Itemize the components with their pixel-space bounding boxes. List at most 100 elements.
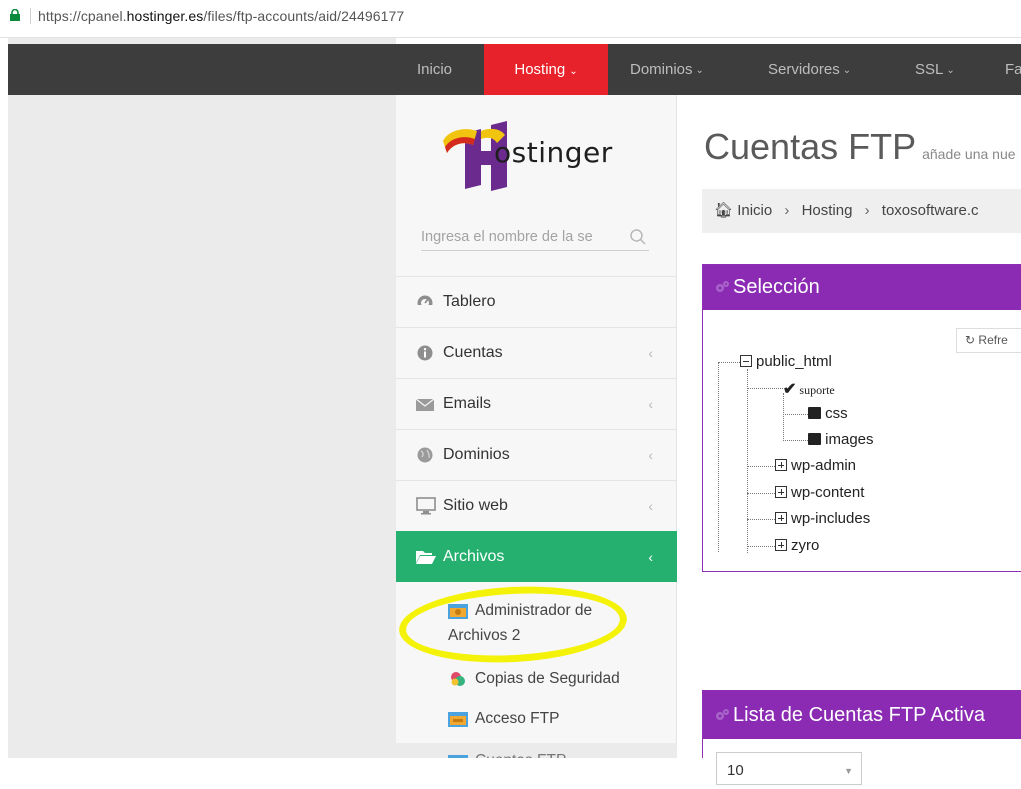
tree-node-wp-admin[interactable]: wp-admin	[775, 457, 856, 474]
panel-title: Lista de Cuentas FTP Activa	[733, 704, 985, 726]
folder-open-icon	[416, 551, 436, 564]
url-text[interactable]: https://cpanel.hostinger.es/files/ftp-ac…	[38, 8, 404, 24]
tree-connector	[718, 362, 719, 552]
folder-icon	[808, 433, 821, 445]
chevron-down-icon: ⌄	[695, 65, 704, 76]
folder-tree: public_html ✔ suporte css images wp-admi…	[703, 265, 1021, 573]
sidebar-item-archivos[interactable]: Archivos ‹	[396, 531, 677, 582]
expand-icon[interactable]	[775, 459, 787, 471]
tree-node-css[interactable]: css	[808, 405, 848, 422]
sidebar-subitem-copias-seguridad[interactable]: Copias de Seguridad	[396, 666, 677, 691]
folder-icon	[808, 407, 821, 419]
tree-node-zyro[interactable]: zyro	[775, 537, 819, 554]
chevron-left-icon: ‹	[648, 498, 653, 514]
tree-node-root[interactable]: public_html	[740, 353, 832, 370]
nav-item-truncated[interactable]: Fa	[1005, 44, 1021, 95]
sidebar-item-emails[interactable]: Emails ‹	[396, 378, 677, 429]
tree-node-selected[interactable]: ✔ suporte	[783, 379, 835, 399]
envelope-icon	[416, 398, 434, 411]
tree-connector	[783, 414, 808, 415]
tree-node-label: public_html	[756, 353, 832, 370]
tree-connector	[718, 362, 740, 363]
tree-node-wp-includes[interactable]: wp-includes	[775, 510, 870, 527]
home-icon[interactable]: 🏠︎	[714, 202, 733, 219]
tree-connector	[747, 493, 775, 494]
page-subtitle: añade una nue	[922, 146, 1016, 162]
chevron-left-icon: ‹	[648, 396, 653, 412]
sidebar-item-label: Tablero	[443, 293, 496, 310]
sidebar-search	[421, 225, 649, 251]
sidebar-item-cuentas[interactable]: Cuentas ‹	[396, 327, 677, 378]
sidebar-search-input[interactable]	[421, 225, 627, 249]
sidebar-item-label: Dominios	[443, 446, 510, 463]
sidebar-menu: Tablero Cuentas ‹ Emails ‹ Dominios ‹ Si…	[396, 276, 677, 779]
url-separator	[30, 8, 31, 24]
tree-node-label: css	[825, 405, 848, 422]
nav-item-inicio[interactable]: Inicio	[417, 44, 452, 95]
subitem-label: Acceso FTP	[475, 710, 560, 727]
page-size-select[interactable]: 10 ▼	[716, 752, 862, 785]
tree-node-label: wp-includes	[791, 510, 871, 527]
chevron-left-icon: ‹	[648, 345, 653, 361]
sidebar-item-label: Archivos	[443, 548, 505, 565]
nav-item-ssl[interactable]: SSL ⌄	[915, 44, 955, 95]
tree-node-images[interactable]: images	[808, 431, 874, 448]
logo-text: ostinger	[494, 136, 613, 169]
tree-node-label: wp-admin	[791, 457, 857, 474]
subitem-label: Copias de Seguridad	[475, 670, 620, 687]
sidebar-item-label: Emails	[443, 395, 492, 412]
dropdown-arrow-icon: ▼	[844, 766, 853, 776]
backup-icon	[451, 672, 465, 686]
monitor-icon	[416, 497, 436, 515]
sidebar-item-dominios[interactable]: Dominios ‹	[396, 429, 677, 480]
tree-node-wp-content[interactable]: wp-content	[775, 484, 864, 501]
collapse-icon[interactable]	[740, 355, 752, 367]
tree-connector	[747, 466, 775, 467]
sidebar-item-sitio-web[interactable]: Sitio web ‹	[396, 480, 677, 531]
sidebar-item-tablero[interactable]: Tablero	[396, 276, 677, 327]
tree-node-label: wp-content	[791, 484, 865, 501]
tree-connector	[747, 519, 775, 520]
page-title: Cuentas FTP añade una nue	[704, 126, 1016, 167]
list-panel-header: Lista de Cuentas FTP Activa	[703, 691, 1021, 739]
sidebar-item-label: Cuentas	[443, 344, 503, 361]
tree-connector	[783, 393, 784, 439]
chevron-down-icon: ⌄	[569, 66, 578, 77]
tree-connector	[747, 369, 748, 553]
sidebar-item-label: Sitio web	[443, 497, 508, 514]
tree-connector	[747, 546, 775, 547]
search-icon[interactable]	[629, 228, 647, 246]
page-gutter	[8, 38, 396, 758]
tree-node-label: suporte	[799, 383, 835, 397]
breadcrumb-item[interactable]: Hosting	[802, 202, 853, 219]
globe-icon	[417, 447, 433, 463]
breadcrumb-separator: ›	[864, 202, 870, 219]
expand-icon[interactable]	[775, 512, 787, 524]
breadcrumb: 🏠︎ Inicio › Hosting › toxosoftware.c	[702, 189, 1021, 233]
ftp-accounts-list-panel: Lista de Cuentas FTP Activa	[702, 690, 1021, 758]
page-bottom	[0, 758, 1021, 785]
chevron-down-icon: ⌄	[946, 65, 955, 76]
sidebar-subitem-acceso-ftp[interactable]: Acceso FTP	[396, 706, 677, 731]
browser-url-bar[interactable]: https://cpanel.hostinger.es/files/ftp-ac…	[0, 0, 1021, 38]
expand-icon[interactable]	[775, 486, 787, 498]
info-icon	[417, 345, 433, 361]
ftp-access-icon	[448, 712, 468, 727]
nav-item-hosting[interactable]: Hosting ⌄	[484, 44, 608, 95]
tree-node-label: zyro	[791, 537, 820, 554]
selection-panel: Selección ↻ Refre public_html ✔ suporte …	[702, 264, 1021, 572]
nav-item-servidores[interactable]: Servidores ⌄	[768, 44, 851, 95]
gears-icon	[716, 709, 729, 720]
breadcrumb-item[interactable]: toxosoftware.c	[882, 202, 979, 219]
tree-connector	[783, 440, 808, 441]
breadcrumb-item[interactable]: Inicio	[737, 202, 772, 219]
nav-item-dominios[interactable]: Dominios ⌄	[630, 44, 704, 95]
chevron-left-icon: ‹	[648, 447, 653, 463]
expand-icon[interactable]	[775, 539, 787, 551]
breadcrumb-separator: ›	[784, 202, 790, 219]
select-value: 10	[727, 762, 744, 779]
lock-icon	[10, 9, 20, 21]
tree-node-label: images	[825, 431, 874, 448]
checkmark-icon: ✔	[783, 381, 797, 398]
tree-connector	[747, 388, 785, 389]
